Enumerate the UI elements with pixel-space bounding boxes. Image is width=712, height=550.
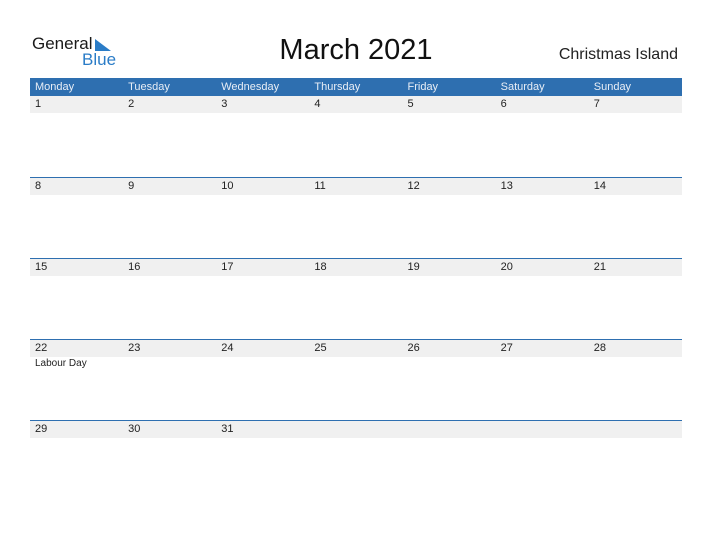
day-event — [309, 113, 402, 114]
day-number: 18 — [314, 261, 327, 273]
day-event — [216, 438, 309, 439]
day-event — [123, 438, 216, 439]
day-number: 7 — [593, 98, 600, 110]
day-number: 12 — [407, 180, 420, 192]
week-row: 15 16 17 18 19 20 21 — [30, 258, 682, 339]
day-event — [30, 195, 123, 196]
day-event — [216, 276, 309, 277]
day-number: 23 — [128, 342, 141, 354]
day-event — [589, 438, 682, 439]
day-number: 27 — [500, 342, 513, 354]
day-number: 25 — [314, 342, 327, 354]
day-event — [496, 276, 589, 277]
day-number: 16 — [128, 261, 141, 273]
weekday-friday: Friday — [407, 81, 439, 93]
day-number: 28 — [593, 342, 606, 354]
calendar-weeks: 1 2 3 4 5 6 7 8 9 10 11 12 13 14 15 16 17 18 19 20 21 22 23 24 2… — [30, 96, 682, 501]
day-event — [496, 438, 589, 439]
day-number-band: 15 16 17 18 19 20 21 — [30, 259, 682, 276]
day-event — [30, 276, 123, 277]
day-event — [496, 357, 589, 369]
day-number: 22 — [35, 342, 48, 354]
day-event — [123, 113, 216, 114]
event-band — [30, 438, 682, 439]
day-number: 15 — [35, 261, 48, 273]
week-row: 1 2 3 4 5 6 7 — [30, 96, 682, 177]
weekday-monday: Monday — [35, 81, 75, 93]
day-number: 11 — [314, 180, 326, 192]
day-event — [123, 276, 216, 277]
day-number: 26 — [407, 342, 420, 354]
day-event — [589, 113, 682, 114]
weekday-saturday: Saturday — [500, 81, 545, 93]
day-number-band: 29 30 31 — [30, 421, 682, 438]
day-event — [589, 195, 682, 196]
week-row: 22 23 24 25 26 27 28 Labour Day — [30, 339, 682, 420]
day-event — [403, 195, 496, 196]
day-number: 20 — [500, 261, 513, 273]
day-event — [589, 357, 682, 369]
day-number-band: 1 2 3 4 5 6 7 — [30, 96, 682, 113]
calendar: Monday Tuesday Wednesday Thursday Friday Satu… — [30, 78, 682, 501]
country-label: Christmas Island — [558, 46, 678, 63]
day-number: 24 — [221, 342, 234, 354]
weekday-header: Monday Tuesday Wednesday Thursday Friday Satu… — [30, 78, 682, 96]
day-number: 1 — [35, 98, 42, 110]
weekday-sunday: Sunday — [593, 81, 632, 93]
day-event: Labour Day — [35, 358, 87, 369]
weekday-tuesday: Tuesday — [128, 81, 170, 93]
day-event — [403, 113, 496, 114]
day-number — [589, 421, 682, 438]
day-number: 9 — [128, 180, 135, 192]
day-event — [309, 357, 402, 369]
weekday-wednesday: Wednesday — [221, 81, 280, 93]
day-event — [309, 276, 402, 277]
day-event — [403, 276, 496, 277]
day-event — [496, 113, 589, 114]
day-event — [589, 276, 682, 277]
day-number: 3 — [221, 98, 228, 110]
day-number: 8 — [35, 180, 42, 192]
day-number: 31 — [221, 423, 234, 435]
day-event — [123, 357, 216, 369]
day-event — [309, 195, 402, 196]
event-band — [30, 195, 682, 196]
day-number: 19 — [407, 261, 420, 273]
day-number: 2 — [128, 98, 135, 110]
day-number: 4 — [314, 98, 321, 110]
day-event — [30, 113, 123, 114]
day-event — [216, 195, 309, 196]
week-row: 8 9 10 11 12 13 14 — [30, 177, 682, 258]
day-number: 10 — [221, 180, 234, 192]
week-row: 29 30 31 — [30, 420, 682, 501]
day-number: 14 — [593, 180, 606, 192]
day-event — [123, 195, 216, 196]
day-number — [309, 421, 402, 438]
day-event — [30, 438, 123, 439]
day-number: 17 — [221, 261, 234, 273]
day-number: 13 — [500, 180, 513, 192]
day-event — [309, 438, 402, 439]
day-event — [216, 113, 309, 114]
weekday-thursday: Thursday — [314, 81, 361, 93]
day-event — [403, 357, 496, 369]
event-band: Labour Day — [30, 357, 682, 369]
day-number: 21 — [593, 261, 606, 273]
day-event — [496, 195, 589, 196]
day-number-band: 22 23 24 25 26 27 28 — [30, 340, 682, 357]
day-number — [496, 421, 589, 438]
day-number: 5 — [407, 98, 414, 110]
day-number: 29 — [35, 423, 48, 435]
day-number — [403, 421, 496, 438]
event-band — [30, 276, 682, 277]
day-number: 30 — [128, 423, 141, 435]
day-event — [216, 357, 309, 369]
event-band — [30, 113, 682, 114]
day-number: 6 — [500, 98, 507, 110]
day-event — [403, 438, 496, 439]
day-number-band: 8 9 10 11 12 13 14 — [30, 178, 682, 195]
